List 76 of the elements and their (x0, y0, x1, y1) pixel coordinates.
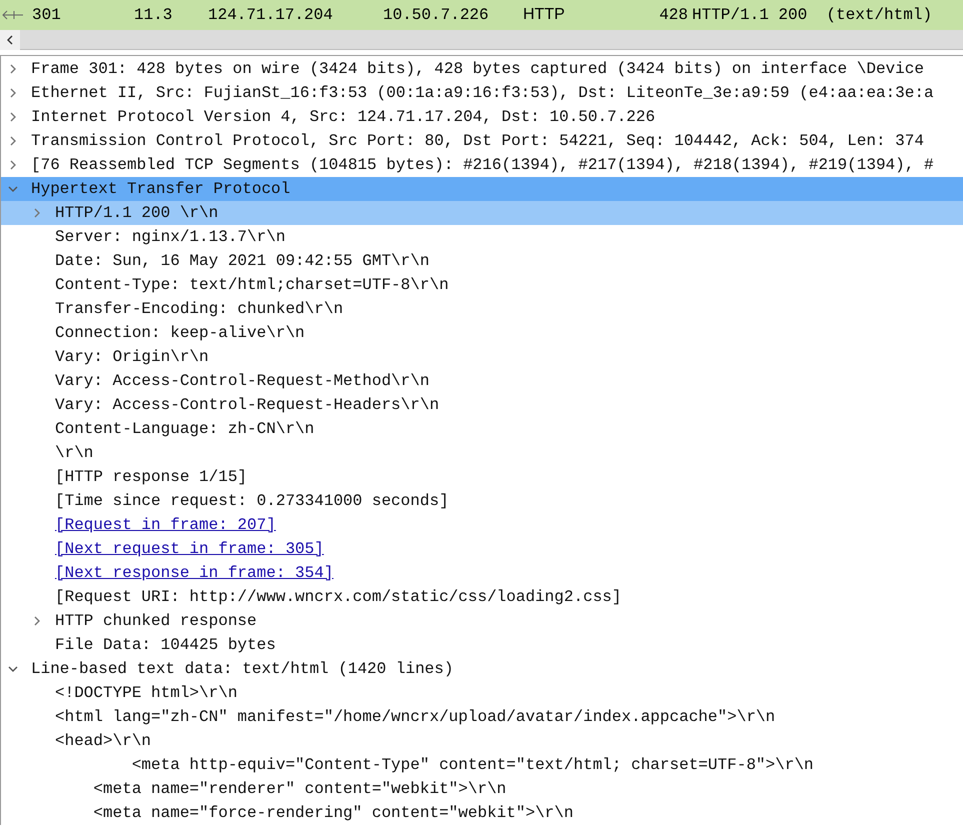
tree-row[interactable]: Transmission Control Protocol, Src Port: 80, Dst Port: 54221, Seq: 104442, Ack: 504, Len: 374 (1, 129, 963, 153)
horizontal-scrollbar[interactable] (0, 30, 963, 50)
tree-row[interactable]: [Next request in frame: 305] (1, 537, 963, 561)
tree-row-text: <!DOCTYPE html>\r\n (55, 683, 238, 704)
frame-link[interactable]: [Next request in frame: 305] (55, 537, 324, 561)
tree-row-text: <meta http-equiv="Content-Type" content="text/html; charset=UTF-8">\r\n (130, 755, 814, 776)
tree-row-text: <html lang="zh-CN" manifest="/home/wncrx/upload/avatar/index.appcache">\r\n (55, 707, 776, 728)
tree-row-text: Vary: Access-Control-Request-Headers\r\n (55, 395, 440, 416)
tree-row-text: <head>\r\n (55, 731, 152, 752)
tree-row-text: Vary: Origin\r\n (55, 347, 209, 368)
tree-row[interactable]: Content-Type: text/html;charset=UTF-8\r\n (1, 273, 963, 297)
tree-row-text: Date: Sun, 16 May 2021 09:42:55 GMT\r\n (55, 251, 430, 272)
tree-row[interactable]: [Time since request: 0.273341000 seconds] (1, 489, 963, 513)
tree-row-text: Line-based text data: text/html (1420 lines) (31, 659, 454, 680)
tree-row[interactable]: [HTTP response 1/15] (1, 465, 963, 489)
tree-row-text: Internet Protocol Version 4, Src: 124.71.17.204, Dst: 10.50.7.226 (31, 107, 656, 128)
tree-row-text: HTTP chunked response (55, 611, 257, 632)
packet-destination: 10.50.7.226 (383, 5, 490, 26)
tree-row-text: [Time since request: 0.273341000 seconds] (55, 491, 449, 512)
packet-source: 124.71.17.204 (208, 5, 334, 26)
tree-row[interactable]: <meta http-equiv="Content-Type" content="text/html; charset=UTF-8">\r\n (1, 753, 963, 777)
frame-link[interactable]: [Request in frame: 207] (55, 513, 276, 537)
tree-row-text: Frame 301: 428 bytes on wire (3424 bits), 428 bytes captured (3424 bits) on interface \Device (31, 59, 924, 80)
tree-row-text: Vary: Access-Control-Request-Method\r\n (55, 371, 430, 392)
tree-row[interactable]: <meta name="force-rendering" content="webkit">\r\n (1, 801, 963, 825)
tree-row-text: Content-Language: zh-CN\r\n (55, 419, 314, 440)
tree-row[interactable]: HTTP chunked response (1, 609, 963, 633)
response-arrow-icon (2, 10, 24, 20)
tree-row[interactable]: Frame 301: 428 bytes on wire (3424 bits), 428 bytes captured (3424 bits) on interface \Device (1, 57, 963, 81)
tree-row-text: <meta name="renderer" content="webkit">\r\n (92, 779, 506, 800)
tree-row[interactable]: Connection: keep-alive\r\n (1, 321, 963, 345)
tree-row-text: Transfer-Encoding: chunked\r\n (55, 299, 344, 320)
packet-protocol: HTTP (523, 5, 566, 25)
tree-row[interactable]: <head>\r\n (1, 729, 963, 753)
tree-row[interactable]: Hypertext Transfer Protocol (1, 177, 963, 201)
tree-row-text: Connection: keep-alive\r\n (55, 323, 305, 344)
tree-row[interactable]: Ethernet II, Src: FujianSt_16:f3:53 (00:1a:a9:16:f3:53), Dst: LiteonTe_3e:a9:59 (e4:aa:ea:3e:a (1, 81, 963, 105)
tree-row[interactable]: Internet Protocol Version 4, Src: 124.71.17.204, Dst: 10.50.7.226 (1, 105, 963, 129)
tree-row[interactable]: Transfer-Encoding: chunked\r\n (1, 297, 963, 321)
tree-row-text: [Request URI: http://www.wncrx.com/static/css/loading2.css] (55, 587, 622, 608)
tree-row[interactable]: Server: nginx/1.13.7\r\n (1, 225, 963, 249)
tree-row-text: Server: nginx/1.13.7\r\n (55, 227, 286, 248)
tree-row[interactable]: [76 Reassembled TCP Segments (104815 bytes): #216(1394), #217(1394), #218(1394), #219(1394), # (1, 153, 963, 177)
frame-link[interactable]: [Next response in frame: 354] (55, 561, 334, 585)
tree-row[interactable]: [Request URI: http://www.wncrx.com/static/css/loading2.css] (1, 585, 963, 609)
tree-row-text: <meta name="force-rendering" content="webkit">\r\n (92, 803, 574, 824)
tree-row[interactable]: HTTP/1.1 200 \r\n (1, 201, 963, 225)
tree-row[interactable]: Date: Sun, 16 May 2021 09:42:55 GMT\r\n (1, 249, 963, 273)
tree-row-text: Hypertext Transfer Protocol (31, 179, 290, 200)
scroll-left-button[interactable] (0, 30, 20, 50)
tree-row-text: File Data: 104425 bytes (55, 635, 276, 656)
tree-row-text: [76 Reassembled TCP Segments (104815 bytes): #216(1394), #217(1394), #218(1394), #219(1394), # (31, 155, 934, 176)
tree-row[interactable]: [Request in frame: 207] (1, 513, 963, 537)
tree-row-text: \r\n (55, 443, 94, 464)
chevron-left-icon (5, 34, 15, 44)
tree-row-text: [HTTP response 1/15] (55, 467, 248, 488)
tree-row-text: Ethernet II, Src: FujianSt_16:f3:53 (00:1a:a9:16:f3:53), Dst: LiteonTe_3e:a9:59 (e4:aa:ea:3e:a (31, 83, 934, 104)
tree-row-text: Transmission Control Protocol, Src Port: 80, Dst Port: 54221, Seq: 104442, Ack: 504, Len: 374 (31, 131, 924, 152)
tree-row-text: HTTP/1.1 200 \r\n (55, 203, 218, 224)
packet-length: 428 (658, 5, 688, 26)
packet-number: 301 (31, 5, 62, 26)
tree-row[interactable]: Vary: Access-Control-Request-Headers\r\n (1, 393, 963, 417)
packet-info: HTTP/1.1 200 (text/html) (691, 5, 932, 26)
tree-row[interactable]: <html lang="zh-CN" manifest="/home/wncrx/upload/avatar/index.appcache">\r\n (1, 705, 963, 729)
tree-row[interactable]: <!DOCTYPE html>\r\n (1, 681, 963, 705)
tree-row[interactable]: File Data: 104425 bytes (1, 633, 963, 657)
tree-row[interactable]: \r\n (1, 441, 963, 465)
tree-row[interactable]: [Next response in frame: 354] (1, 561, 963, 585)
tree-row[interactable]: Vary: Access-Control-Request-Method\r\n (1, 369, 963, 393)
tree-row[interactable]: Line-based text data: text/html (1420 lines) (1, 657, 963, 681)
packet-row[interactable]: 301 11.3 124.71.17.204 10.50.7.226 HTTP 428 HTTP/1.1 200 (text/html) (0, 0, 963, 30)
tree-row-text: Content-Type: text/html;charset=UTF-8\r\n (55, 275, 449, 296)
tree-row[interactable]: Vary: Origin\r\n (1, 345, 963, 369)
tree-row[interactable]: <meta name="renderer" content="webkit">\r\n (1, 777, 963, 801)
tree-row[interactable]: Content-Language: zh-CN\r\n (1, 417, 963, 441)
packet-time: 11.3 (134, 5, 174, 26)
